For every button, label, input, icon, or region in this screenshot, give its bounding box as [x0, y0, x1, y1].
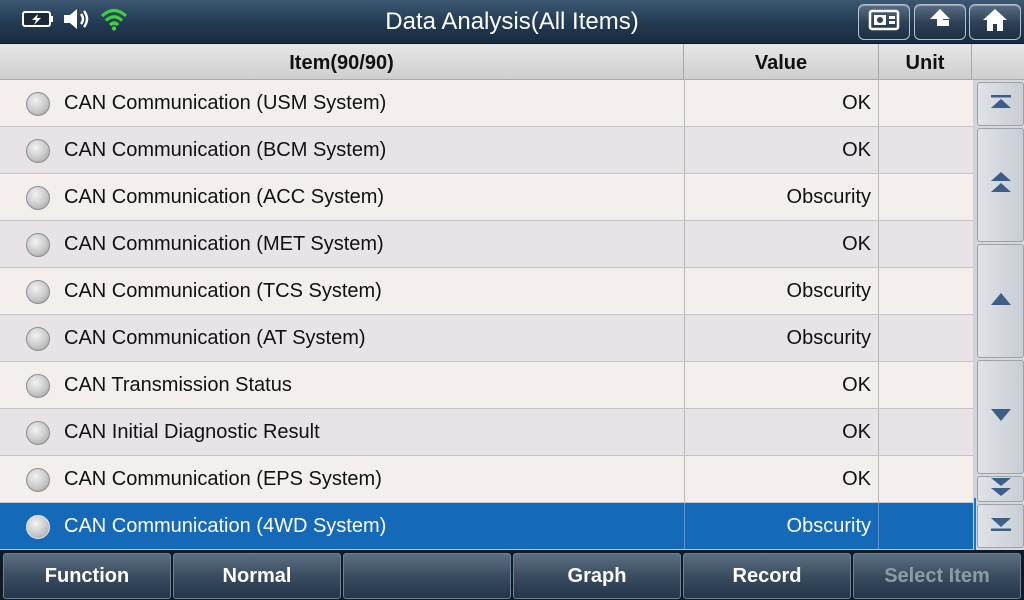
item-unit [879, 409, 972, 455]
select-item-button[interactable]: Select Item [853, 553, 1021, 599]
item-name: CAN Transmission Status [64, 374, 292, 396]
scroll-top-button[interactable] [977, 82, 1024, 126]
line-up-button[interactable] [977, 244, 1024, 358]
table-row[interactable]: CAN Communication (ACC System) Obscurity [0, 174, 973, 221]
row-radio-icon[interactable] [26, 515, 50, 539]
scroll-top-icon [989, 93, 1013, 116]
row-radio-icon[interactable] [26, 186, 50, 210]
item-name: CAN Communication (AT System) [64, 327, 366, 349]
item-value: OK [684, 127, 879, 173]
table-row[interactable]: CAN Transmission Status OK [0, 362, 973, 409]
item-unit [879, 127, 972, 173]
item-unit [879, 268, 972, 314]
row-radio-icon[interactable] [26, 374, 50, 398]
table-row[interactable]: CAN Communication (EPS System) OK [0, 456, 973, 503]
column-header-item[interactable]: Item(90/90) [0, 44, 684, 80]
page-down-icon [989, 476, 1013, 503]
item-unit [879, 80, 972, 126]
screenshot-icon [868, 8, 900, 37]
item-name: CAN Communication (EPS System) [64, 468, 382, 490]
home-icon [981, 7, 1009, 38]
page-down-button[interactable] [977, 476, 1024, 502]
item-value: Obscurity [684, 268, 879, 314]
item-name: CAN Communication (ACC System) [64, 186, 385, 208]
item-unit [879, 221, 972, 267]
line-up-icon [989, 291, 1013, 312]
item-value: OK [684, 456, 879, 502]
row-radio-icon[interactable] [26, 327, 50, 351]
item-name: CAN Communication (BCM System) [64, 139, 387, 161]
item-value: OK [684, 409, 879, 455]
row-radio-icon[interactable] [26, 92, 50, 116]
table-row[interactable]: CAN Communication (USM System) OK [0, 80, 973, 127]
item-unit [879, 503, 972, 549]
item-value: OK [684, 362, 879, 408]
bottom-toolbar: Function Normal Graph Record Select Item [0, 550, 1024, 600]
record-button[interactable]: Record [683, 553, 851, 599]
table-row[interactable]: CAN Initial Diagnostic Result OK [0, 409, 973, 456]
back-button[interactable] [914, 4, 966, 40]
item-value: OK [684, 80, 879, 126]
item-unit [879, 174, 972, 220]
row-radio-icon[interactable] [26, 468, 50, 492]
item-name: CAN Communication (MET System) [64, 233, 384, 255]
function-button[interactable]: Function [3, 553, 171, 599]
column-header-unit[interactable]: Unit [879, 44, 972, 80]
row-radio-icon[interactable] [26, 233, 50, 257]
item-value: Obscurity [684, 503, 879, 549]
table-row[interactable]: CAN Communication (BCM System) OK [0, 127, 973, 174]
table-row[interactable]: CAN Communication (MET System) OK [0, 221, 973, 268]
row-radio-icon[interactable] [26, 421, 50, 445]
back-icon [926, 7, 954, 38]
column-header-value[interactable]: Value [684, 44, 879, 80]
table-row[interactable]: CAN Communication (TCS System) Obscurity [0, 268, 973, 315]
item-value: Obscurity [684, 174, 879, 220]
item-unit [879, 456, 972, 502]
scroll-bottom-button[interactable] [977, 504, 1024, 548]
home-button[interactable] [969, 4, 1021, 40]
empty-button[interactable] [343, 553, 511, 599]
normal-button[interactable]: Normal [173, 553, 341, 599]
item-name: CAN Communication (4WD System) [64, 515, 387, 537]
line-down-button[interactable] [977, 360, 1024, 474]
graph-button[interactable]: Graph [513, 553, 681, 599]
scroll-header [973, 44, 1024, 80]
item-unit [879, 362, 972, 408]
page-up-icon [989, 170, 1013, 201]
item-name: CAN Initial Diagnostic Result [64, 421, 320, 443]
row-radio-icon[interactable] [26, 139, 50, 163]
item-value: Obscurity [684, 315, 879, 361]
line-down-icon [989, 407, 1013, 428]
item-value: OK [684, 221, 879, 267]
scroll-bottom-icon [989, 515, 1013, 538]
data-table: Item(90/90) Value Unit CAN Communication… [0, 44, 973, 550]
table-row[interactable]: CAN Communication (AT System) Obscurity [0, 315, 973, 362]
table-row-selected[interactable]: CAN Communication (4WD System) Obscurity [0, 503, 973, 550]
table-header: Item(90/90) Value Unit [0, 44, 973, 80]
page-up-button[interactable] [977, 128, 1024, 242]
item-name: CAN Communication (TCS System) [64, 280, 382, 302]
item-unit [879, 315, 972, 361]
scroll-panel [973, 44, 1024, 586]
title-bar: Data Analysis(All Items) [0, 0, 1024, 44]
row-radio-icon[interactable] [26, 280, 50, 304]
screenshot-button[interactable] [858, 4, 910, 40]
item-name: CAN Communication (USM System) [64, 92, 387, 114]
